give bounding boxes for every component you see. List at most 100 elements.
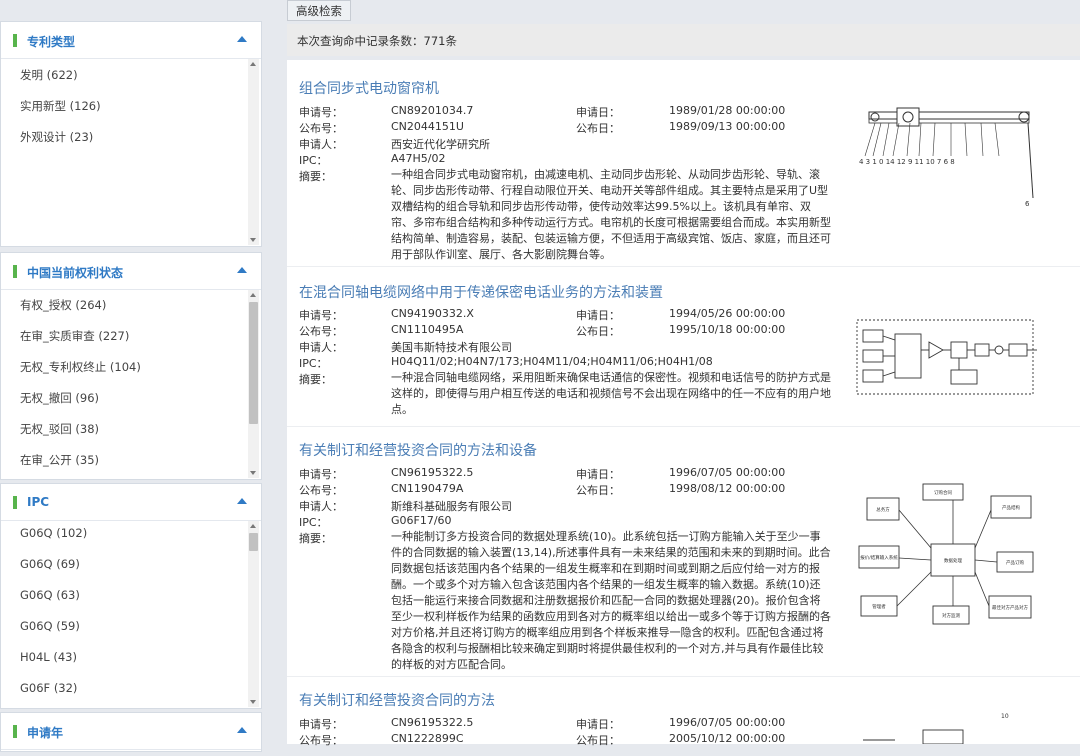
drawing-box-label: 产品结构 <box>1002 504 1020 511</box>
svg-text:6: 6 <box>1025 200 1030 208</box>
collapse-icon[interactable] <box>237 267 247 273</box>
abstract: 一种混合同轴电缆网络，采用阻断来确保电话通信的保密性。视频和电话信号的防护方式是… <box>391 371 831 416</box>
pub-date: 1998/08/12 00:00:00 <box>669 482 786 495</box>
pub-no: CN2044151U <box>391 120 464 133</box>
drawing-box-label: 管理者 <box>872 603 886 610</box>
filter-item[interactable]: 无权_专利权终止 (104) <box>20 359 141 375</box>
label: IPC： <box>299 154 328 167</box>
result-record: 组合同步式电动窗帘机 申请号： CN89201034.7 申请日： 1989/0… <box>287 60 1080 267</box>
filter-item[interactable]: 有权_授权 (264) <box>20 297 106 313</box>
label: IPC： <box>299 516 328 529</box>
panel-header[interactable]: 申请年 <box>1 713 261 750</box>
pub-date: 1989/09/13 00:00:00 <box>669 120 786 133</box>
filter-item[interactable]: 发明 (622) <box>20 67 78 83</box>
patent-drawing[interactable]: 总务方 订购合同 报价/结算输入系统 数据处理 产品结构 产品订购 管理者 对方… <box>855 466 1041 646</box>
label: 申请日： <box>576 718 620 731</box>
result-count-bar: 本次查询命中记录条数：771条 <box>287 24 1080 56</box>
result-record: 在混合同轴电缆网络中用于传递保密电话业务的方法和装置 申请号： CN941903… <box>287 266 1080 427</box>
scroll-down-icon[interactable] <box>250 238 256 242</box>
label: 公布日： <box>576 325 620 338</box>
ipc: G06F17/60 <box>391 514 452 527</box>
filter-item[interactable]: 无权_撤回 (96) <box>20 390 99 406</box>
label: 摘要： <box>299 170 332 183</box>
pub-date: 2005/10/12 00:00:00 <box>669 732 786 745</box>
filter-item[interactable]: G06Q (59) <box>20 619 80 633</box>
label: 申请日： <box>576 309 620 322</box>
drawing-label: 4 3 1 0 14 12 9 11 10 7 6 8 <box>859 158 955 166</box>
panel-header[interactable]: IPC <box>1 484 261 521</box>
scroll-down-icon[interactable] <box>250 471 256 475</box>
panel-marker <box>13 496 17 509</box>
filter-item[interactable]: 在审_公开 (35) <box>20 452 99 468</box>
label: 公布号： <box>299 122 343 135</box>
drawing-box-label: 对方监测 <box>942 612 960 619</box>
scroll-up-icon[interactable] <box>250 62 256 66</box>
scrollbar[interactable] <box>248 59 259 245</box>
pub-no: CN1222899C <box>391 732 464 745</box>
ipc: H04Q11/02;H04N7/173;H04M11/04;H04M11/06;… <box>391 355 713 368</box>
scroll-up-icon[interactable] <box>250 524 256 528</box>
panel-title: 申请年 <box>27 726 64 740</box>
panel-title: 专利类型 <box>27 35 76 49</box>
patent-drawing[interactable]: 4 3 1 0 14 12 9 11 10 7 6 8 6 <box>855 98 1041 210</box>
drawing-box-label: 产品订购 <box>1006 559 1024 566</box>
filter-item[interactable]: G06Q (102) <box>20 526 87 540</box>
label: 公布号： <box>299 325 343 338</box>
drawing-box-label: 最佳对方产品对方 <box>992 604 1028 611</box>
label: 申请人： <box>299 500 343 513</box>
drawing-box-label: 报价/结算输入系统 <box>860 554 898 561</box>
patent-drawing[interactable] <box>855 314 1041 398</box>
collapse-icon[interactable] <box>237 498 247 504</box>
scroll-up-icon[interactable] <box>250 293 256 297</box>
result-list: 组合同步式电动窗帘机 申请号： CN89201034.7 申请日： 1989/0… <box>287 60 1080 747</box>
result-record: 有关制订和经营投资合同的方法和设备 申请号： CN96195322.5 申请日：… <box>287 426 1080 677</box>
record-title-link[interactable]: 组合同步式电动窗帘机 <box>299 78 439 98</box>
app-date: 1996/07/05 00:00:00 <box>669 716 786 729</box>
panel-title: IPC <box>27 495 50 509</box>
abstract: 一种能制订多方投资合同的数据处理系统(10)。此系统包括一订购方能输入关于至少一… <box>391 530 831 671</box>
label: 公布日： <box>576 122 620 135</box>
label: IPC： <box>299 357 328 370</box>
scrollbar[interactable] <box>248 290 259 478</box>
label: 申请人： <box>299 341 343 354</box>
applicant: 美国韦斯特技术有限公司 <box>391 341 512 354</box>
filter-item[interactable]: G06F (32) <box>20 681 77 695</box>
collapse-icon[interactable] <box>237 727 247 733</box>
filter-item[interactable]: 在审_实质审查 (227) <box>20 328 129 344</box>
result-count: 本次查询命中记录条数：771条 <box>297 34 457 48</box>
label: 公布日： <box>576 734 620 747</box>
label: 申请号： <box>299 106 343 119</box>
app-date: 1996/07/05 00:00:00 <box>669 466 786 479</box>
collapse-icon[interactable] <box>237 36 247 42</box>
panel-title: 中国当前权利状态 <box>27 266 124 280</box>
advanced-search-button[interactable]: 高级检索 <box>287 0 351 21</box>
panel-header[interactable]: 专利类型 <box>1 22 261 59</box>
filter-item[interactable]: 无权_驳回 (38) <box>20 421 99 437</box>
record-title-link[interactable]: 在混合同轴电缆网络中用于传递保密电话业务的方法和装置 <box>299 282 663 302</box>
scroll-down-icon[interactable] <box>250 700 256 704</box>
scroll-thumb[interactable] <box>249 533 258 551</box>
app-date: 1989/01/28 00:00:00 <box>669 104 786 117</box>
app-no: CN96195322.5 <box>391 716 474 729</box>
filter-item[interactable]: G06Q (63) <box>20 588 80 602</box>
filter-item[interactable]: 外观设计 (23) <box>20 129 93 145</box>
label: 申请人： <box>299 138 343 151</box>
label: 申请日： <box>576 468 620 481</box>
result-record: 有关制订和经营投资合同的方法 申请号： CN96195322.5 申请日： 19… <box>287 676 1080 756</box>
app-no: CN94190332.X <box>391 307 474 320</box>
filter-item[interactable]: H04L (43) <box>20 650 77 664</box>
label: 摘要： <box>299 373 332 386</box>
filter-item[interactable]: 实用新型 (126) <box>20 98 101 114</box>
scroll-thumb[interactable] <box>249 302 258 424</box>
label: 申请号： <box>299 468 343 481</box>
panel-header[interactable]: 中国当前权利状态 <box>1 253 261 290</box>
record-title-link[interactable]: 有关制订和经营投资合同的方法 <box>299 690 495 710</box>
filter-item[interactable]: G06Q (69) <box>20 557 80 571</box>
record-title-link[interactable]: 有关制订和经营投资合同的方法和设备 <box>299 440 537 460</box>
scrollbar[interactable] <box>248 521 259 707</box>
svg-text:10: 10 <box>1001 713 1009 720</box>
label: 申请号： <box>299 718 343 731</box>
patent-drawing[interactable]: 10 <box>855 712 1041 744</box>
drawing-box-label: 订购合同 <box>934 489 952 496</box>
pub-no: CN1190479A <box>391 482 464 495</box>
